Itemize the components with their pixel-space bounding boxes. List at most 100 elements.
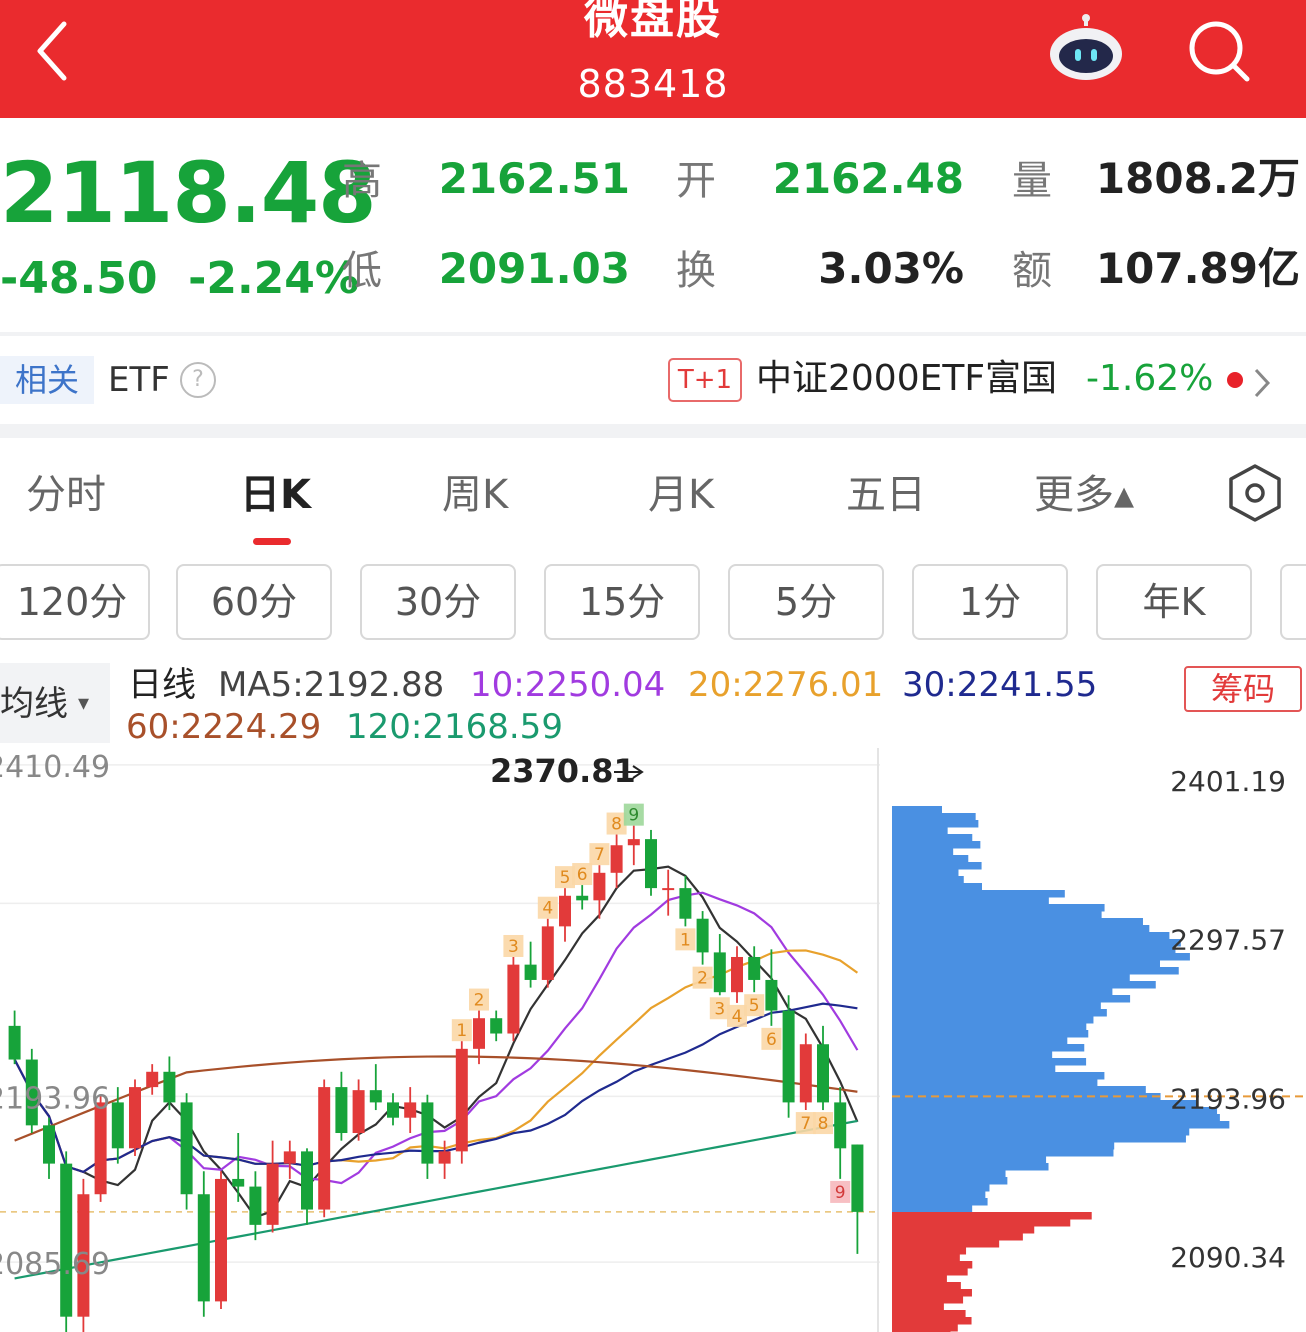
td-label-text: 1 <box>680 930 691 950</box>
chip-bar <box>892 1086 1146 1094</box>
period-tabs: 分时 日K 周K 月K 五日 更多▴ <box>0 450 1306 560</box>
ma10-value: 10:2250.04 <box>470 665 666 705</box>
td-sequence-label: 9 <box>830 1180 851 1203</box>
chip-bar <box>892 960 1160 968</box>
quote-panel: 2118.48 -48.50 -2.24% 高 2162.51 低 2091.0… <box>0 118 1306 333</box>
chip-distribution-button[interactable]: 筹码 <box>1184 666 1302 712</box>
td-label-text: 8 <box>611 815 622 835</box>
candle-body <box>283 1151 296 1164</box>
ma-legend: 均线 ▾ 日线 MA5:2192.88 10:2250.04 20:2276.0… <box>0 660 1306 750</box>
chip-bar <box>892 1002 1101 1010</box>
candle-body <box>645 839 657 889</box>
chip-bar <box>892 1051 1053 1059</box>
td-sequence-label: 3 <box>503 934 524 957</box>
tab-daily-k[interactable]: 日K <box>240 468 311 522</box>
ma60-value: 60:2224.29 <box>126 707 322 747</box>
td-label-text: 7 <box>800 1114 811 1134</box>
chip-bar <box>892 1219 1071 1227</box>
candle <box>60 1151 73 1332</box>
td-sequence-label: 4 <box>727 1004 747 1027</box>
chip-bar <box>892 1177 1008 1185</box>
ma120-value: 120:2168.59 <box>346 707 563 747</box>
td-sequence-label: 5 <box>555 866 575 889</box>
chip-bar <box>892 1282 961 1290</box>
candle <box>455 1041 468 1164</box>
chip-bar <box>892 827 948 835</box>
low-value: 2091.03 <box>438 244 630 293</box>
pill-5min[interactable]: 5分 <box>728 564 884 640</box>
ma5-value: MA5:2192.88 <box>218 665 445 705</box>
chip-bar <box>892 1226 1035 1234</box>
td-label-text: 3 <box>714 999 725 1019</box>
chip-bar <box>892 1310 966 1318</box>
chip-bar <box>892 1065 1056 1073</box>
help-icon[interactable]: ? <box>180 362 216 398</box>
pill-15min[interactable]: 15分 <box>544 564 700 640</box>
chip-bar <box>892 1072 1105 1080</box>
td-sequence-label: 6 <box>761 1027 782 1050</box>
candle-body <box>576 895 589 901</box>
candle-body <box>541 926 554 980</box>
td-sequence-label: 1 <box>675 928 696 951</box>
candle-body <box>713 952 726 993</box>
etf-label: ETF <box>108 360 170 400</box>
search-icon[interactable] <box>1184 16 1254 86</box>
candle <box>318 1079 331 1218</box>
chip-bar <box>892 897 1049 905</box>
top-nav-bar: 微盘股 883418 <box>0 0 1306 118</box>
candle <box>799 1033 812 1111</box>
tab-five-day[interactable]: 五日 <box>846 468 926 522</box>
td-label-text: 4 <box>732 1007 743 1027</box>
td-label-text: 6 <box>577 865 588 885</box>
chip-price-label: 2401.19 <box>1170 765 1286 798</box>
high-value: 2162.51 <box>438 154 630 203</box>
settings-hexagon-icon[interactable] <box>1224 462 1286 524</box>
chip-bar <box>892 1261 973 1269</box>
td-sequence-label: 6 <box>572 863 593 886</box>
kline-chart[interactable]: 123456789123456789 2410.492193.962085.69… <box>0 748 880 1332</box>
td-label-text: 9 <box>835 1183 846 1203</box>
y-tick-label: 2085.69 <box>0 1247 110 1282</box>
etf-name[interactable]: 中证2000ETF富国 <box>756 354 1057 404</box>
related-etf-row[interactable]: 相关 ETF ? T+1 中证2000ETF富国 -1.62% <box>0 338 1306 424</box>
candle-body <box>851 1144 864 1212</box>
chip-bar <box>892 1191 986 1199</box>
candle-body <box>301 1151 313 1210</box>
pill-30min[interactable]: 30分 <box>360 564 516 640</box>
tab-monthly-k[interactable]: 月K <box>648 468 714 522</box>
candle-body <box>404 1102 417 1118</box>
chip-bar <box>892 1156 1047 1164</box>
chip-bar <box>892 1240 1000 1248</box>
chip-bar <box>892 806 942 814</box>
pill-yearly-k[interactable]: 年K <box>1096 564 1252 640</box>
y-tick-label: 2410.49 <box>0 750 110 785</box>
last-price: 2118.48 <box>0 144 377 242</box>
chip-bar <box>892 1212 1092 1220</box>
candle-body <box>387 1102 399 1118</box>
chip-bar <box>892 1233 1023 1241</box>
chip-distribution-chart[interactable]: 2401.19 2297.57 2193.96 2090.34 <box>892 748 1306 1332</box>
change-amount: -48.50 <box>0 253 158 304</box>
tab-more[interactable]: 更多▴ <box>1034 468 1134 522</box>
candle-body <box>507 964 520 1034</box>
ma-dropdown[interactable]: 均线 ▾ <box>0 663 110 743</box>
pill-more-partial[interactable] <box>1280 564 1306 640</box>
section-divider <box>0 424 1306 438</box>
td-sequence-label: 3 <box>709 997 730 1020</box>
kline-svg: 123456789123456789 2410.492193.962085.69… <box>0 748 880 1332</box>
chip-bar <box>892 1324 958 1332</box>
tab-intraday[interactable]: 分时 <box>26 468 106 522</box>
robot-assistant-icon[interactable] <box>1046 12 1126 84</box>
pill-120min[interactable]: 120分 <box>0 564 150 640</box>
chevron-right-icon[interactable] <box>1250 366 1274 400</box>
candle-body <box>524 964 537 980</box>
chip-bar <box>892 939 1181 947</box>
pill-1min[interactable]: 1分 <box>912 564 1068 640</box>
open-value: 2162.48 <box>772 154 964 203</box>
pill-60min[interactable]: 60分 <box>176 564 332 640</box>
td-label-text: 6 <box>766 1030 777 1050</box>
candle-body <box>834 1102 847 1149</box>
chip-bar <box>892 1296 964 1304</box>
tab-weekly-k[interactable]: 周K <box>442 468 508 522</box>
candle-body <box>559 895 571 927</box>
